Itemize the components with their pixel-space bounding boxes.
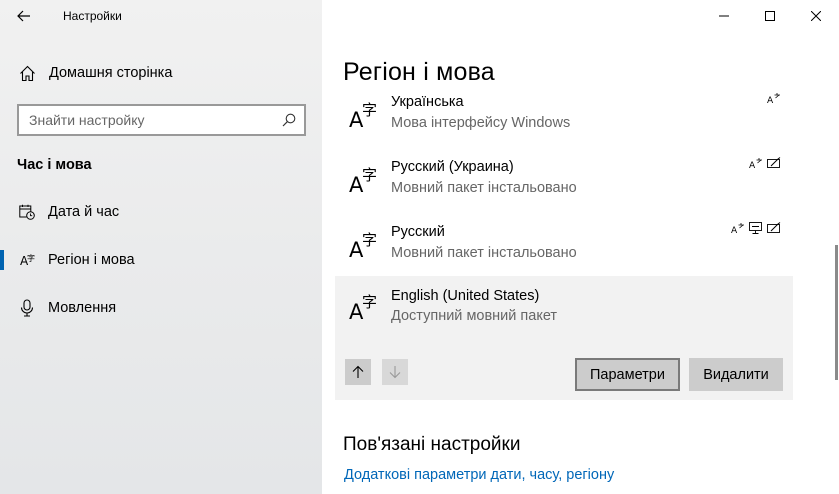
language-name: Русский [391, 224, 445, 240]
svg-text:字: 字 [362, 101, 377, 119]
main-panel: Регіон і мова A 字 Українська Мова інтерф… [322, 0, 839, 494]
section-title: Час і мова [17, 157, 92, 173]
svg-text:A: A [731, 226, 738, 234]
text-to-speech-icon: A [731, 223, 744, 234]
home-icon [19, 64, 37, 82]
svg-text:字: 字 [362, 293, 377, 311]
handwriting-icon [767, 222, 781, 233]
arrow-down-icon [389, 366, 401, 379]
title-bar: Настройки [0, 0, 322, 32]
language-name: English (United States) [391, 288, 540, 304]
handwriting-icon [767, 157, 781, 168]
microphone-icon [18, 299, 36, 317]
language-status: Доступний мовний пакет [391, 308, 558, 324]
minimize-button[interactable] [701, 0, 747, 32]
language-icon: A 字 [349, 231, 377, 260]
language-item-russian[interactable]: A 字 Русский Мовний пакет інстальовано A [335, 218, 793, 282]
language-icon: A 字 [349, 101, 377, 130]
language-name: Українська [391, 94, 464, 110]
sidebar-item-date-time[interactable]: Дата й час [0, 192, 322, 232]
move-down-button[interactable] [382, 359, 408, 385]
language-features: A [767, 92, 781, 104]
move-up-button[interactable] [345, 359, 371, 385]
close-icon [811, 11, 821, 21]
svg-text:字: 字 [362, 166, 377, 184]
app-title: Настройки [63, 9, 122, 23]
globe-text-icon: A 字 [18, 251, 36, 269]
language-item-russian-ukraine[interactable]: A 字 Русский (Украина) Мовний пакет інста… [335, 153, 793, 217]
svg-text:A: A [749, 161, 756, 169]
svg-text:A: A [767, 96, 774, 104]
maximize-icon [765, 11, 775, 21]
remove-button[interactable]: Видалити [689, 358, 783, 391]
text-to-speech-icon: A [767, 93, 780, 104]
window-controls [701, 0, 839, 32]
back-arrow-icon [17, 10, 30, 22]
language-features: A [749, 157, 781, 169]
sidebar-item-label: Мовлення [48, 300, 117, 316]
language-item-english-us[interactable]: A 字 English (United States) Доступний мо… [335, 276, 793, 400]
home-link[interactable]: Домашня сторінка [0, 58, 322, 88]
scrollbar-thumb[interactable] [835, 245, 838, 380]
language-icon: A 字 [349, 166, 377, 195]
sidebar-item-speech[interactable]: Мовлення [0, 288, 322, 328]
language-status: Мова інтерфейсу Windows [391, 115, 571, 131]
page-title: Регіон і мова [343, 58, 495, 86]
home-label: Домашня сторінка [49, 65, 173, 81]
search-icon[interactable] [282, 113, 296, 127]
sidebar: Настройки Домашня сторінка Час і мова Да… [0, 0, 322, 494]
language-features: A [731, 222, 781, 234]
options-button[interactable]: Параметри [575, 358, 680, 391]
close-button[interactable] [793, 0, 839, 32]
language-icon: A 字 [349, 293, 377, 322]
sidebar-item-label: Дата й час [48, 204, 120, 220]
svg-text:字: 字 [27, 253, 35, 263]
search-input[interactable] [29, 112, 269, 128]
display-language-icon [749, 222, 762, 234]
calendar-clock-icon [18, 203, 36, 221]
sidebar-item-label: Регіон і мова [48, 252, 135, 268]
maximize-button[interactable] [747, 0, 793, 32]
language-name: Русский (Украина) [391, 159, 514, 175]
arrow-up-icon [352, 365, 364, 378]
text-to-speech-icon: A [749, 158, 762, 169]
language-item-ukrainian[interactable]: A 字 Українська Мова інтерфейсу Windows A [335, 88, 793, 152]
language-status: Мовний пакет інстальовано [391, 180, 577, 196]
back-button[interactable] [0, 0, 48, 32]
minimize-icon [719, 15, 729, 17]
additional-date-time-region-link[interactable]: Додаткові параметри дати, часу, регіону [344, 467, 614, 483]
language-status: Мовний пакет інстальовано [391, 245, 577, 261]
svg-text:字: 字 [362, 231, 377, 249]
related-settings-title: Пов'язані настройки [343, 434, 521, 455]
sidebar-item-region-language[interactable]: A 字 Регіон і мова [0, 240, 322, 280]
search-box[interactable] [17, 104, 306, 136]
